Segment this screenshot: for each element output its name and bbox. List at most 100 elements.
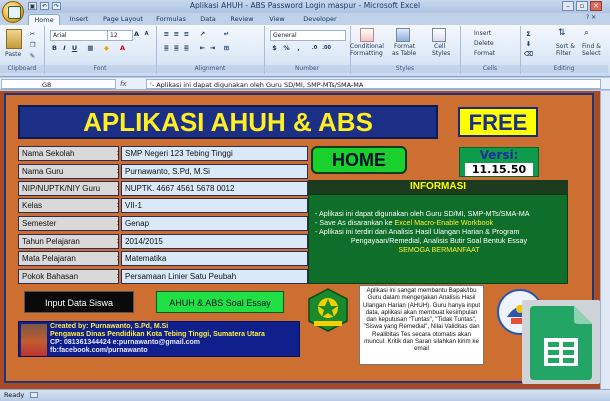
clipboard-group: Paste ✂ ❐ ✎ Clipboard (0, 26, 45, 74)
office-logo-icon (8, 6, 21, 19)
office-button[interactable] (2, 1, 24, 23)
field-value-subject[interactable]: Matematika (121, 251, 308, 266)
borders-icon[interactable]: ▦ (86, 44, 95, 53)
find-label[interactable]: Find & (582, 43, 601, 50)
tab-data[interactable]: Data (196, 14, 220, 25)
version-label: Versi: (479, 148, 519, 162)
wrap-text-icon[interactable]: ↵ (222, 30, 231, 39)
field-value-year[interactable]: 2014/2015 (121, 234, 308, 249)
tab-review[interactable]: Review (226, 14, 258, 25)
info-line-saveas: - Save As disarankan ke Excel Macro-Enab… (315, 218, 563, 227)
help-icon[interactable]: ? ✕ (586, 14, 606, 24)
find-select-icon[interactable]: ⌕ (584, 28, 596, 40)
clear-icon[interactable]: ⌫ (524, 50, 533, 59)
increase-decimal-icon[interactable]: .0 (310, 44, 319, 53)
minimize-button[interactable]: – (562, 1, 574, 11)
align-top-icon[interactable]: ≡ (162, 30, 171, 39)
align-bottom-icon[interactable]: ≡ (182, 30, 191, 39)
app-title: APLIKASI AHUH & ABS (18, 105, 438, 139)
paste-label[interactable]: Paste (5, 51, 21, 58)
cells-label: Cells (460, 65, 520, 73)
status-text: Ready (4, 391, 25, 399)
format-table-label-2[interactable]: as Table (392, 50, 416, 57)
cell-styles-label[interactable]: Cell (434, 43, 445, 50)
sort-filter-icon[interactable]: ⇅ (558, 28, 570, 40)
format-painter-icon[interactable]: ✎ (28, 52, 37, 61)
insert-cells-button[interactable]: Insert (474, 30, 491, 37)
font-name-combo[interactable]: Arial (50, 30, 108, 41)
copy-icon[interactable]: ❐ (28, 41, 37, 50)
cell-styles-label-2[interactable]: Styles (432, 50, 450, 57)
decrease-decimal-icon[interactable]: .00 (322, 44, 331, 53)
conditional-formatting-icon[interactable] (360, 28, 374, 42)
delete-cells-button[interactable]: Delete (474, 40, 494, 47)
vertical-scrollbar[interactable] (600, 91, 610, 389)
paste-icon[interactable] (6, 29, 22, 49)
info-closing: SEMOGA BERMANFAAT (398, 245, 480, 254)
field-value-school[interactable]: SMP Negeri 123 Tebing Tinggi (121, 146, 308, 161)
cell-styles-icon[interactable] (432, 28, 446, 42)
increase-indent-icon[interactable]: ⇥ (208, 44, 217, 53)
format-cells-button[interactable]: Format (474, 50, 495, 57)
conditional-label[interactable]: Conditional (350, 43, 384, 50)
decrease-indent-icon[interactable]: ⇤ (198, 44, 207, 53)
field-value-semester[interactable]: Genap (121, 216, 308, 231)
align-left-icon[interactable]: ≣ (162, 44, 171, 53)
sort-label-2[interactable]: Filter (556, 50, 571, 57)
font-color-icon[interactable]: A (118, 44, 127, 53)
redo-quick-icon[interactable]: ↷ (52, 2, 61, 10)
tab-insert[interactable]: Insert (64, 14, 94, 25)
field-value-class[interactable]: VII-1 (121, 198, 308, 213)
bold-icon[interactable]: B (50, 44, 59, 53)
grow-font-icon[interactable]: A (132, 30, 141, 39)
format-table-label[interactable]: Format (394, 43, 415, 50)
info-saveas-highlight: Excel Macro-Enable Workbook (394, 218, 494, 227)
orientation-icon[interactable]: ↗ (198, 30, 207, 39)
find-label-2[interactable]: Select (582, 50, 601, 57)
italic-icon[interactable]: I (60, 44, 69, 53)
align-center-icon[interactable]: ≣ (172, 44, 181, 53)
font-size-combo[interactable]: 12 (107, 30, 133, 41)
undo-quick-icon[interactable]: ↶ (40, 2, 49, 10)
author-photo (21, 324, 47, 356)
fill-icon[interactable]: ⬇ (524, 40, 533, 49)
field-value-topic[interactable]: Persamaan Linier Satu Peubah (121, 269, 308, 284)
formula-input[interactable]: '- Aplikasi ini dapat digunakan oleh Gur… (146, 79, 601, 89)
tab-developer[interactable]: Developer (298, 14, 342, 25)
sort-label[interactable]: Sort & (556, 43, 575, 50)
name-box[interactable]: G8 (1, 79, 116, 89)
save-quick-icon[interactable]: ▣ (28, 2, 37, 10)
tab-formulas[interactable]: Formulas (152, 14, 190, 25)
field-label-nip: NIP/NUPTK/NIY Guru (18, 181, 119, 196)
align-middle-icon[interactable]: ≡ (172, 30, 181, 39)
align-right-icon[interactable]: ≣ (182, 44, 191, 53)
cut-icon[interactable]: ✂ (28, 30, 37, 39)
field-value-nip[interactable]: NUPTK. 4667 4561 5678 0012 (121, 181, 308, 196)
font-label: Font (44, 65, 156, 73)
close-button[interactable]: ✕ (590, 1, 602, 11)
fill-color-icon[interactable]: ◆ (102, 44, 111, 53)
spreadsheet-file-icon (530, 306, 592, 380)
currency-icon[interactable]: $ (270, 44, 279, 53)
input-data-button[interactable]: Input Data Siswa (24, 291, 134, 313)
conditional-label-2[interactable]: Formatting (350, 50, 383, 57)
percent-icon[interactable]: % (282, 44, 291, 53)
field-value-teacher[interactable]: Purnawanto, S.Pd, M.Si (121, 164, 308, 179)
title-bar: Aplikasi AHUH - ABS Password Login maspu… (0, 0, 610, 13)
editing-group: Σ ⬇ ⌫ ⇅ Sort & Filter ⌕ Find & Select Ed… (520, 26, 608, 74)
merge-center-icon[interactable]: ⊞ (222, 44, 231, 53)
home-button[interactable]: HOME (311, 146, 407, 174)
tab-view[interactable]: View (264, 14, 290, 25)
autosum-icon[interactable]: Σ (524, 30, 533, 39)
macro-record-icon[interactable] (30, 392, 38, 398)
number-format-combo[interactable]: General (270, 30, 346, 41)
shrink-font-icon[interactable]: A (142, 30, 151, 39)
styles-label: Styles (350, 65, 460, 73)
underline-icon[interactable]: U (70, 44, 79, 53)
maximize-button[interactable]: ▫ (576, 1, 588, 11)
comma-icon[interactable]: , (294, 44, 303, 53)
essay-button[interactable]: AHUH & ABS Soal Essay (156, 291, 284, 313)
insert-function-icon[interactable]: fx (120, 79, 144, 89)
format-as-table-icon[interactable] (396, 28, 410, 42)
tab-page-layout[interactable]: Page Layout (100, 14, 146, 25)
